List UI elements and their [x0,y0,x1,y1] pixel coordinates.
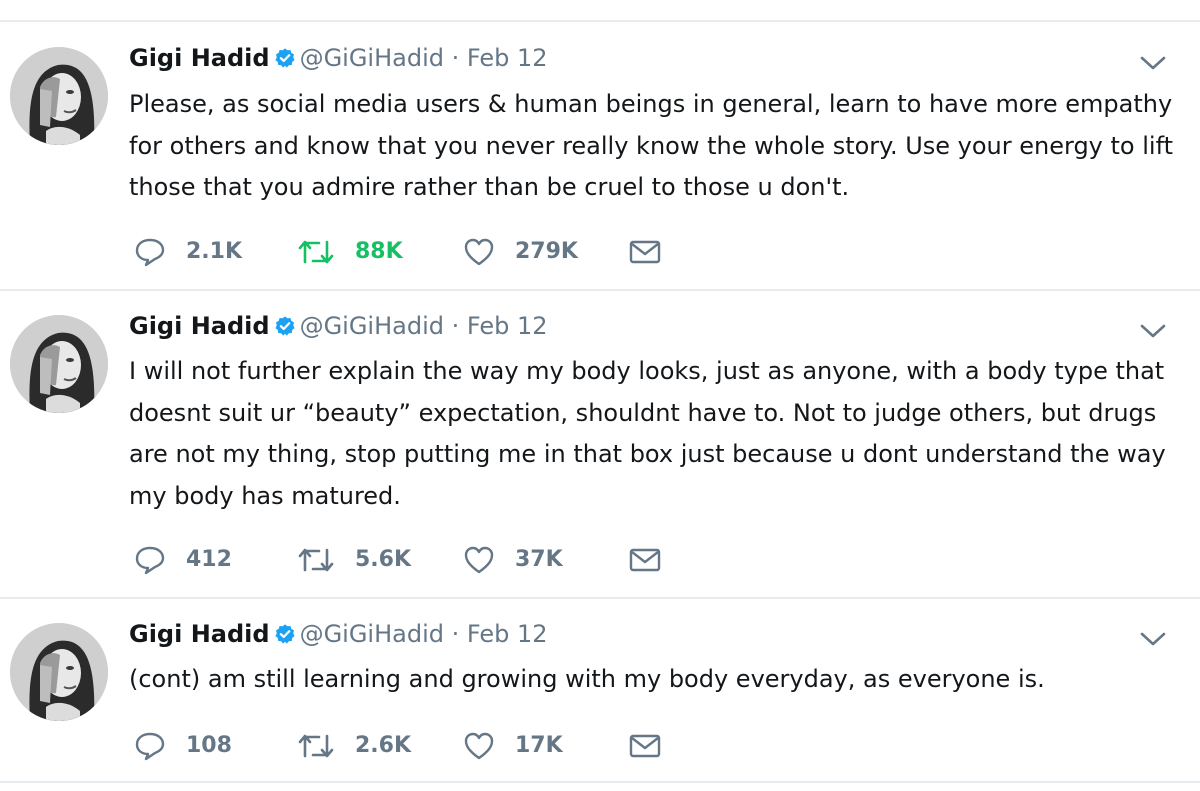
envelope-icon [628,238,662,266]
direct-message-button[interactable] [628,236,662,268]
timestamp[interactable]: Feb 12 [467,620,548,648]
heart-outline-icon [463,545,495,575]
retweet-count: 2.6K [355,733,412,758]
like-count: 17K [515,733,563,758]
reply-button[interactable]: 108 [134,730,232,762]
like-button[interactable]: 37K [463,544,563,576]
avatar-photo [10,315,108,413]
separator-dot: · [451,312,460,340]
tweet-1[interactable]: Gigi Hadid @GiGiHadid · Feb 12 Please, as… [0,42,1200,288]
separator-dot: · [451,44,460,72]
tweet-header: Gigi Hadid @GiGiHadid · Feb 12 [129,42,548,74]
tweet-header: Gigi Hadid @GiGiHadid · Feb 12 [129,310,548,342]
reply-count: 2.1K [186,239,243,264]
avatar[interactable] [10,315,108,413]
avatar[interactable] [10,47,108,145]
timestamp[interactable]: Feb 12 [467,312,548,340]
speech-bubble-icon [134,731,166,761]
direct-message-button[interactable] [628,544,662,576]
retweet-count: 5.6K [355,547,412,572]
retweet-button[interactable]: 5.6K [297,544,411,576]
retweet-arrows-icon [297,545,335,575]
heart-outline-icon [463,731,495,761]
like-count: 279K [515,239,578,264]
timestamp[interactable]: Feb 12 [467,44,548,72]
direct-message-button[interactable] [628,730,662,762]
tweet-header: Gigi Hadid @GiGiHadid · Feb 12 [129,618,548,650]
retweet-button[interactable]: 88K [297,236,403,268]
reply-button[interactable]: 412 [134,544,232,576]
retweet-button[interactable]: 2.6K [297,730,411,762]
handle[interactable]: @GiGiHadid [300,620,444,648]
reply-button[interactable]: 2.1K [134,236,242,268]
verified-badge-icon [274,45,296,77]
tweet-text: Please, as social media users & human be… [129,90,1174,201]
divider [0,289,1200,291]
tweet-text: (cont) am still learning and growing wit… [129,665,1045,693]
like-button[interactable]: 17K [463,730,563,762]
display-name[interactable]: Gigi Hadid [129,44,270,72]
retweet-arrows-icon [297,237,335,267]
retweet-arrows-icon [297,731,335,761]
like-count: 37K [515,547,563,572]
speech-bubble-icon [134,545,166,575]
tweet-3[interactable]: Gigi Hadid @GiGiHadid · Feb 12 (cont) am … [0,618,1200,780]
like-button[interactable]: 279K [463,236,578,268]
verified-badge-icon [274,621,296,653]
chevron-down-icon[interactable] [1138,628,1168,650]
chevron-down-icon[interactable] [1138,320,1168,342]
speech-bubble-icon [134,237,166,267]
reply-count: 108 [186,733,232,758]
divider-top [0,20,1200,22]
display-name[interactable]: Gigi Hadid [129,620,270,648]
handle[interactable]: @GiGiHadid [300,44,444,72]
handle[interactable]: @GiGiHadid [300,312,444,340]
tweet-text: I will not further explain the way my bo… [129,357,1166,510]
avatar[interactable] [10,623,108,721]
envelope-icon [628,732,662,760]
avatar-photo [10,47,108,145]
divider [0,597,1200,599]
retweet-count: 88K [355,239,403,264]
display-name[interactable]: Gigi Hadid [129,312,270,340]
heart-outline-icon [463,237,495,267]
verified-badge-icon [274,313,296,345]
divider-bottom [0,781,1200,783]
chevron-down-icon[interactable] [1138,52,1168,74]
avatar-photo [10,623,108,721]
tweet-2[interactable]: Gigi Hadid @GiGiHadid · Feb 12 I will not… [0,310,1200,596]
separator-dot: · [451,620,460,648]
reply-count: 412 [186,547,232,572]
envelope-icon [628,546,662,574]
